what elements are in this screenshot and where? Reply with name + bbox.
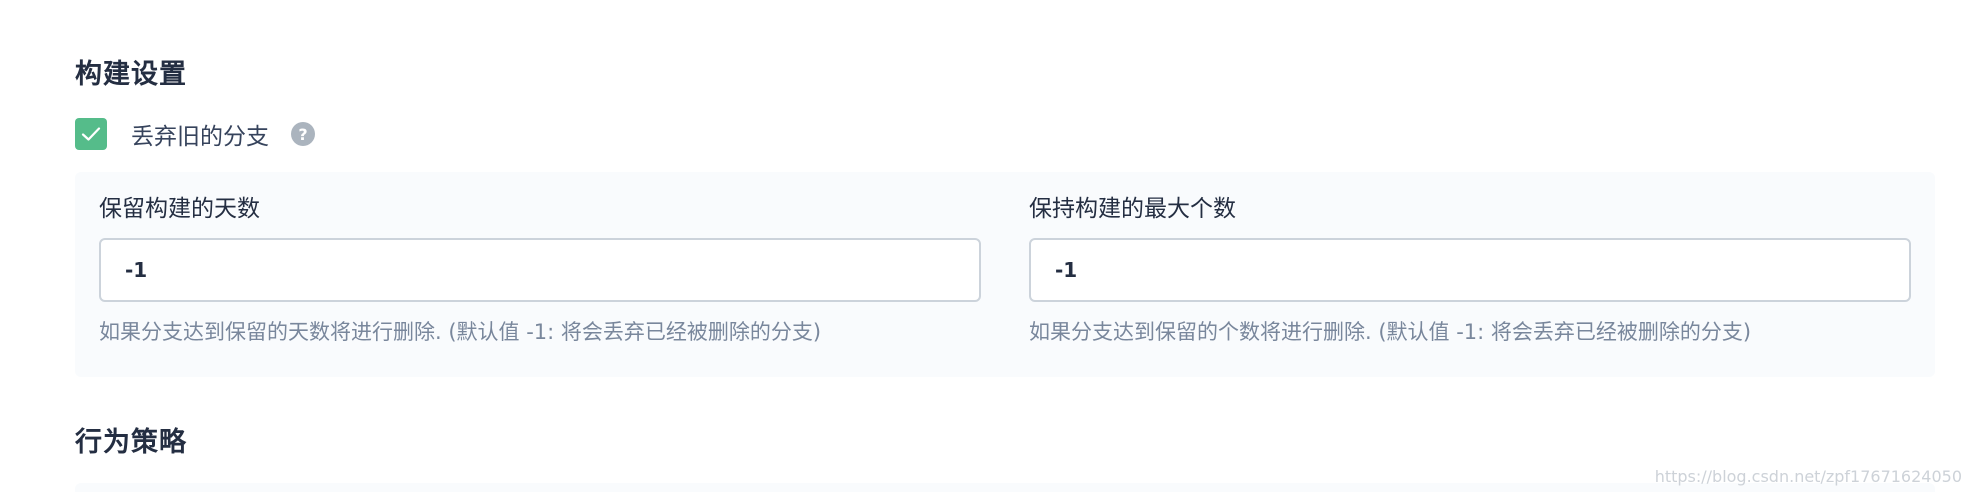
discard-old-branches-label[interactable]: 丢弃旧的分支	[131, 117, 269, 151]
max-count-label: 保持构建的最大个数	[1029, 196, 1236, 222]
max-count-description: 如果分支达到保留的个数将进行删除. (默认值 -1: 将会丢弃已经被删除的分支)	[1029, 320, 1752, 344]
days-to-keep-input[interactable]	[99, 238, 981, 302]
days-to-keep-description: 如果分支达到保留的天数将进行删除. (默认值 -1: 将会丢弃已经被删除的分支)	[99, 320, 822, 344]
section-title-behavior-strategy: 行为策略	[75, 427, 187, 458]
discard-old-branches-checkbox[interactable]	[75, 118, 107, 150]
page: 构建设置 丢弃旧的分支 ? 保留构建的天数 如果分支达到保留的天数将进行删除. …	[0, 0, 1968, 492]
discard-settings-panel: 保留构建的天数 如果分支达到保留的天数将进行删除. (默认值 -1: 将会丢弃已…	[75, 172, 1935, 377]
watermark: https://blog.csdn.net/zpf17671624050	[1654, 467, 1962, 486]
help-icon[interactable]: ?	[291, 122, 315, 146]
discard-old-branches-row: 丢弃旧的分支 ?	[75, 118, 315, 150]
max-count-input[interactable]	[1029, 238, 1911, 302]
section-title-build-settings: 构建设置	[75, 59, 187, 90]
max-count-field: 保持构建的最大个数 如果分支达到保留的个数将进行删除. (默认值 -1: 将会丢…	[1029, 194, 1911, 346]
days-to-keep-label: 保留构建的天数	[99, 196, 260, 222]
days-to-keep-field: 保留构建的天数 如果分支达到保留的天数将进行删除. (默认值 -1: 将会丢弃已…	[99, 194, 981, 346]
checkmark-icon	[81, 127, 101, 141]
